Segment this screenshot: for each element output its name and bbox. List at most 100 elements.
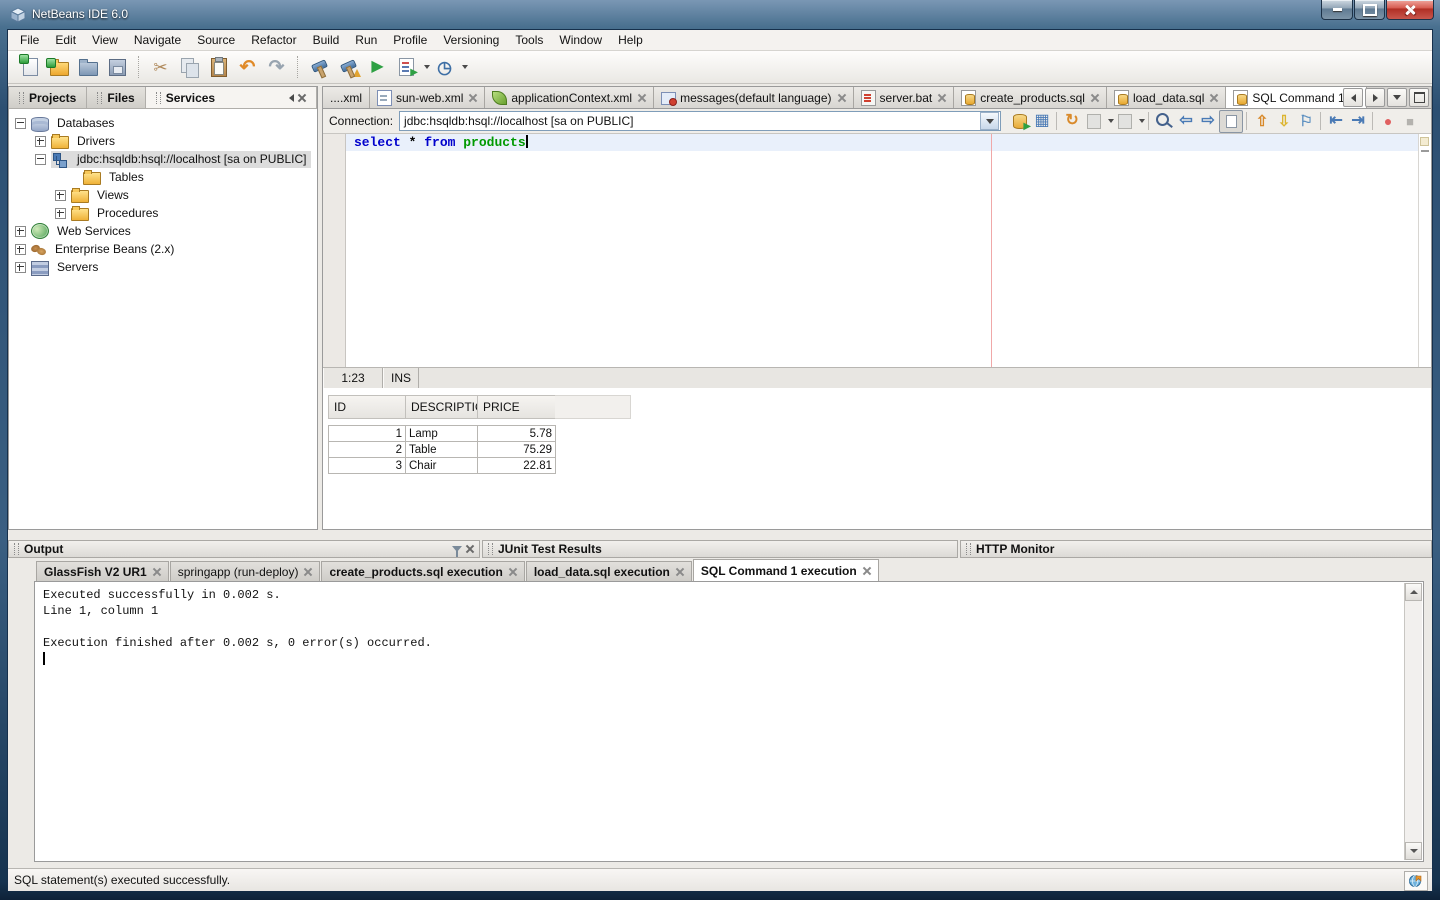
filter-icon[interactable]	[452, 546, 462, 552]
expand-icon[interactable]	[15, 244, 26, 255]
undo-icon[interactable]	[234, 54, 261, 80]
previous-bookmark-icon[interactable]	[1251, 111, 1273, 132]
build-icon[interactable]	[306, 54, 333, 80]
tree-node-drivers[interactable]: Drivers	[9, 132, 317, 150]
code-area[interactable]: select * from products	[346, 134, 1418, 367]
clean-build-icon[interactable]	[335, 54, 362, 80]
menu-item-tools[interactable]: Tools	[507, 30, 551, 50]
console-scrollbar[interactable]	[1404, 583, 1422, 860]
next-bookmark-icon[interactable]	[1273, 111, 1295, 132]
expand-icon[interactable]	[35, 136, 46, 147]
chevron-down-icon[interactable]	[424, 65, 430, 69]
close-tab-icon[interactable]	[509, 568, 517, 576]
chevron-down-icon[interactable]	[1139, 119, 1145, 123]
menu-item-versioning[interactable]: Versioning	[435, 30, 507, 50]
tree-node-web-services[interactable]: Web Services	[9, 222, 317, 240]
editor-tab-sun-web-xml[interactable]: sun-web.xml	[370, 87, 485, 108]
menu-item-edit[interactable]: Edit	[47, 30, 84, 50]
close-panel-icon[interactable]	[466, 545, 474, 553]
close-panel-icon[interactable]	[298, 94, 306, 102]
output-tab-springapp[interactable]: springapp (run-deploy)	[170, 561, 321, 581]
new-project-icon[interactable]	[46, 54, 73, 80]
tree-node-servers[interactable]: Servers	[9, 258, 317, 276]
toggle-bookmark-icon[interactable]	[1295, 111, 1317, 132]
design-query-icon[interactable]	[1031, 111, 1053, 132]
expand-icon[interactable]	[55, 190, 66, 201]
menu-item-refactor[interactable]: Refactor	[243, 30, 304, 50]
menu-item-window[interactable]: Window	[551, 30, 610, 50]
menu-item-build[interactable]: Build	[305, 30, 348, 50]
chevron-down-icon[interactable]	[462, 65, 468, 69]
editor-tab-load-data-sql[interactable]: load_data.sql	[1107, 87, 1226, 108]
history-back-icon[interactable]	[1083, 111, 1105, 132]
junit-window-header[interactable]: JUnit Test Results	[482, 540, 958, 558]
close-tab-icon[interactable]	[1091, 94, 1099, 102]
output-window-header[interactable]: Output	[8, 540, 480, 558]
next-occurrence-icon[interactable]	[1197, 111, 1219, 132]
table-row[interactable]: 2 Table 75.29	[329, 442, 556, 458]
tree-node-jdbc-connection[interactable]: jdbc:hsqldb:hsql://localhost [sa on PUBL…	[9, 150, 317, 168]
titlebar[interactable]: NetBeans IDE 6.0	[0, 0, 1440, 30]
editor-tab-xml-partial[interactable]: ....xml	[323, 87, 370, 108]
sql-history-icon[interactable]	[1061, 111, 1083, 132]
connection-combobox[interactable]: jdbc:hsqldb:hsql://localhost [sa on PUBL…	[399, 111, 1001, 131]
error-stripe[interactable]	[1418, 134, 1431, 367]
table-row[interactable]: 3 Chair 22.81	[329, 458, 556, 474]
scroll-down-icon[interactable]	[1405, 842, 1422, 860]
tree-node-views[interactable]: Views	[9, 186, 317, 204]
save-all-icon[interactable]	[104, 54, 131, 80]
sql-editor[interactable]: select * from products	[323, 134, 1431, 367]
menu-item-view[interactable]: View	[84, 30, 126, 50]
previous-occurrence-icon[interactable]	[1175, 111, 1197, 132]
scroll-up-icon[interactable]	[1405, 583, 1422, 601]
column-header-price[interactable]: PRICE	[477, 395, 555, 419]
column-header-id[interactable]: ID	[328, 395, 405, 419]
output-tab-sql-command-1[interactable]: SQL Command 1 execution	[693, 559, 879, 581]
tree-node-tables[interactable]: Tables	[9, 168, 317, 186]
collapse-icon[interactable]	[35, 154, 46, 165]
tab-list-dropdown-icon[interactable]	[1387, 88, 1407, 107]
tab-projects[interactable]: Projects	[9, 87, 87, 108]
close-tab-icon[interactable]	[938, 94, 946, 102]
run-sql-icon[interactable]: ▶	[1009, 111, 1031, 132]
tab-services[interactable]: Services	[146, 87, 317, 108]
editor-tab-create-products-sql[interactable]: create_products.sql	[954, 87, 1107, 108]
new-file-icon[interactable]	[17, 54, 44, 80]
menu-item-source[interactable]: Source	[189, 30, 243, 50]
tree-node-databases[interactable]: Databases	[9, 114, 317, 132]
expand-icon[interactable]	[55, 208, 66, 219]
dock-left-icon[interactable]	[289, 94, 294, 102]
close-tab-icon[interactable]	[1210, 94, 1218, 102]
toggle-highlight-icon[interactable]	[1219, 110, 1243, 133]
output-tab-load-data[interactable]: load_data.sql execution	[526, 561, 692, 581]
menu-item-navigate[interactable]: Navigate	[126, 30, 189, 50]
menu-item-file[interactable]: File	[12, 30, 47, 50]
chevron-down-icon[interactable]	[980, 112, 999, 130]
expand-icon[interactable]	[15, 226, 26, 237]
close-tab-icon[interactable]	[838, 94, 846, 102]
scroll-tabs-right-icon[interactable]	[1365, 88, 1385, 107]
http-monitor-header[interactable]: HTTP Monitor	[960, 540, 1432, 558]
redo-icon[interactable]	[263, 54, 290, 80]
column-header-description[interactable]: DESCRIPTION	[405, 395, 477, 419]
record-macro-icon[interactable]	[1377, 111, 1399, 132]
expand-icon[interactable]	[15, 262, 26, 273]
tab-files[interactable]: Files	[87, 87, 145, 108]
run-file-icon[interactable]	[393, 54, 420, 80]
open-project-icon[interactable]	[75, 54, 102, 80]
editor-tab-server-bat[interactable]: server.bat	[854, 87, 955, 108]
close-button[interactable]	[1386, 0, 1434, 20]
cut-icon[interactable]	[147, 54, 174, 80]
copy-icon[interactable]	[176, 54, 203, 80]
close-tab-icon[interactable]	[638, 94, 646, 102]
output-tab-glassfish[interactable]: GlassFish V2 UR1	[36, 561, 169, 581]
close-tab-icon[interactable]	[304, 568, 312, 576]
maximize-button[interactable]	[1354, 0, 1385, 20]
history-forward-icon[interactable]	[1114, 111, 1136, 132]
minimize-button[interactable]	[1321, 0, 1353, 20]
table-row[interactable]: 1 Lamp 5.78	[329, 426, 556, 442]
tree-node-procedures[interactable]: Procedures	[9, 204, 317, 222]
editor-tab-application-context[interactable]: applicationContext.xml	[485, 87, 654, 108]
scroll-tabs-left-icon[interactable]	[1343, 88, 1363, 107]
shift-left-icon[interactable]	[1325, 111, 1347, 132]
